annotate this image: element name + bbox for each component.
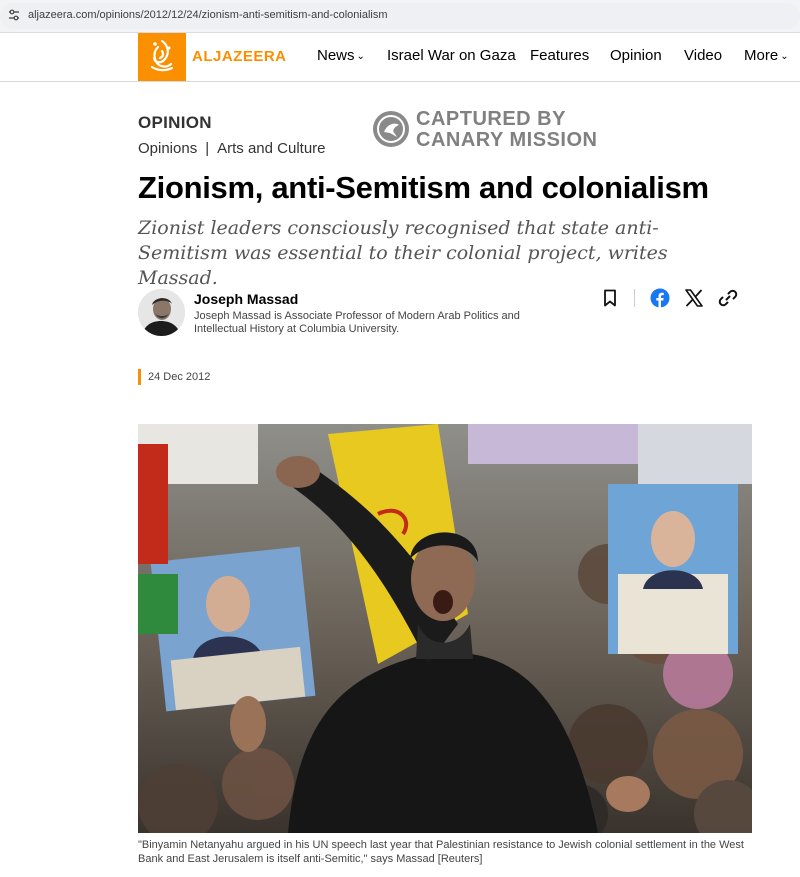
author-name[interactable]: Joseph Massad <box>194 291 298 307</box>
watermark-line-2: CANARY MISSION <box>416 129 598 151</box>
facebook-icon[interactable] <box>650 288 670 308</box>
canary-mission-logo-icon <box>373 111 409 147</box>
author-avatar[interactable] <box>138 289 185 336</box>
breadcrumb: Opinions | Arts and Culture <box>138 140 326 157</box>
nav-features[interactable]: Features <box>530 47 589 64</box>
chevron-down-icon: ⌄ <box>356 51 365 62</box>
nav-israel-war-on-gaza[interactable]: Israel War on Gaza <box>387 47 516 64</box>
nav-opinion[interactable]: Opinion <box>610 47 662 64</box>
breadcrumb-opinions[interactable]: Opinions <box>138 140 197 157</box>
nav-video-label: Video <box>684 47 723 64</box>
image-caption: "Binyamin Netanyahu argued in his UN spe… <box>138 839 744 865</box>
section-kicker: OPINION <box>138 113 212 132</box>
url-text[interactable]: aljazeera.com/opinions/2012/12/24/zionis… <box>28 9 388 21</box>
site-header: ALJAZEERA News ⌄ Israel War on Gaza Featu… <box>0 33 800 82</box>
nav-news-label: News <box>317 47 355 64</box>
article-subhead: Zionist leaders consciously recognised t… <box>138 217 668 289</box>
bookmark-icon[interactable] <box>600 288 620 308</box>
chevron-down-icon: ⌄ <box>780 51 789 62</box>
date-accent-bar <box>138 369 141 385</box>
nav-israel-war-on-gaza-label: Israel War on Gaza <box>387 47 516 64</box>
breadcrumb-arts-and-culture[interactable]: Arts and Culture <box>217 140 325 157</box>
article-hero-image[interactable] <box>138 424 752 833</box>
publish-date: 24 Dec 2012 <box>148 371 211 383</box>
link-icon[interactable] <box>718 288 738 308</box>
browser-address-bar: aljazeera.com/opinions/2012/12/24/zionis… <box>0 0 800 33</box>
x-icon[interactable] <box>684 288 704 308</box>
nav-features-label: Features <box>530 47 590 64</box>
article-title: Zionism, anti-Semitism and colonialism <box>138 170 709 205</box>
site-logo-text[interactable]: ALJAZEERA <box>192 48 287 65</box>
site-settings-icon[interactable] <box>7 8 21 22</box>
aljazeera-logo-icon[interactable] <box>138 33 186 81</box>
nav-video[interactable]: Video <box>684 47 722 64</box>
nav-news[interactable]: News ⌄ <box>317 47 365 64</box>
canary-mission-watermark: CAPTURED BY CANARY MISSION <box>373 108 633 151</box>
author-bio: Joseph Massad is Associate Professor of … <box>194 310 520 335</box>
share-divider <box>634 289 635 307</box>
nav-more-label: More <box>744 47 779 64</box>
nav-opinion-label: Opinion <box>610 47 662 64</box>
nav-more[interactable]: More ⌄ <box>744 47 789 64</box>
watermark-line-1: CAPTURED BY <box>416 108 566 130</box>
breadcrumb-separator: | <box>205 140 210 157</box>
